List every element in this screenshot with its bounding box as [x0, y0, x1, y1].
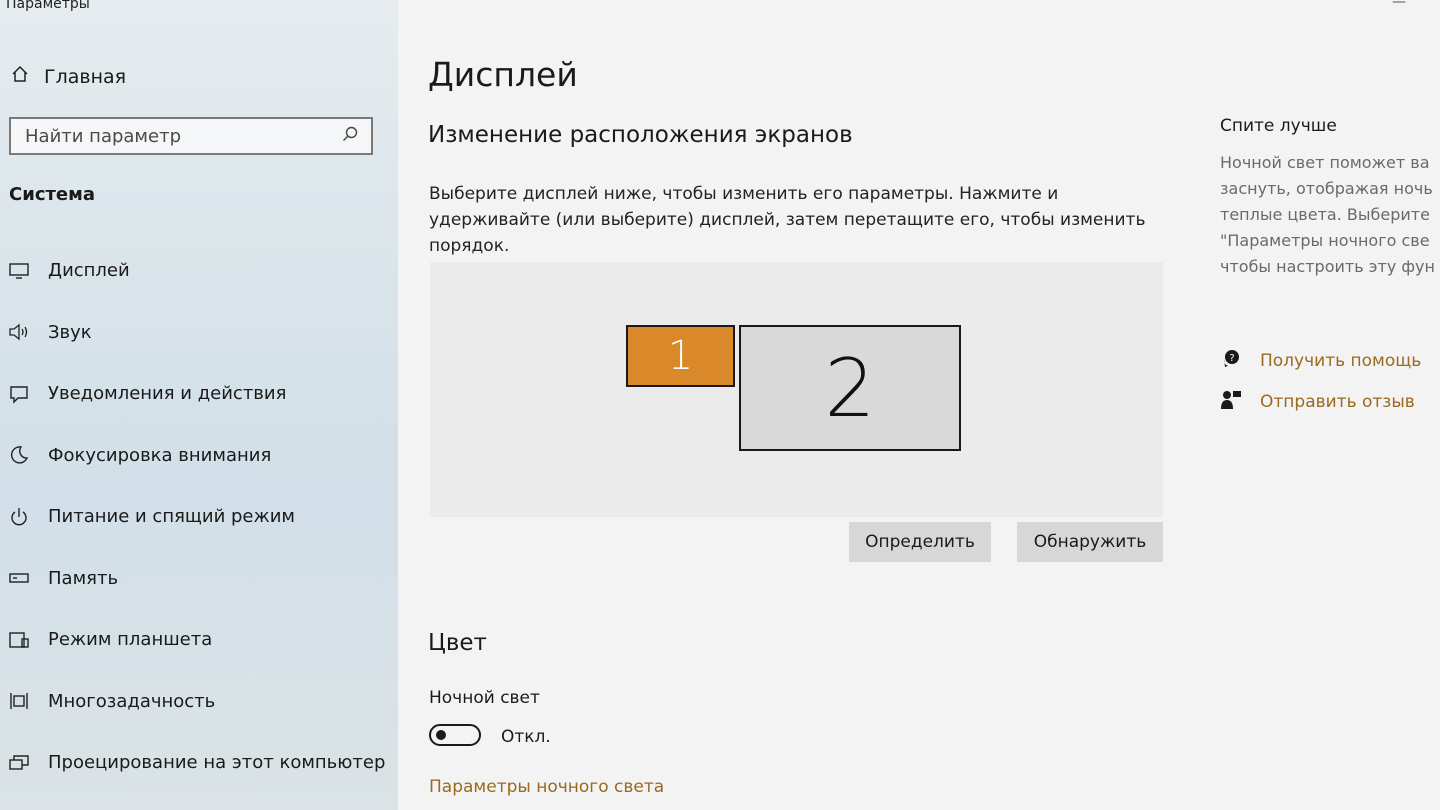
- night-light-label: Ночной свет: [429, 688, 540, 708]
- close-icon[interactable]: —: [1392, 0, 1406, 10]
- sidebar-item-label: Режим планшета: [48, 629, 213, 651]
- display-arrangement-area[interactable]: 1 2: [430, 262, 1163, 517]
- get-help-item[interactable]: ? Получить помощь: [1220, 347, 1421, 374]
- sidebar-item-power[interactable]: Питание и спящий режим: [0, 486, 398, 548]
- power-icon: [8, 506, 30, 528]
- sidebar-item-focus-assist[interactable]: Фокусировка внимания: [0, 425, 398, 487]
- home-icon: [10, 64, 30, 89]
- projection-icon: [8, 752, 30, 774]
- sidebar-item-label: Многозадачность: [48, 690, 216, 712]
- monitor-2[interactable]: 2: [739, 325, 961, 451]
- sidebar-item-label: Дисплей: [48, 260, 130, 282]
- sidebar-item-label: Память: [48, 567, 119, 589]
- monitor-1[interactable]: 1: [626, 325, 735, 387]
- storage-icon: [8, 567, 30, 589]
- sidebar-item-projection[interactable]: Проецирование на этот компьютер: [0, 732, 398, 794]
- sidebar-item-label: Звук: [48, 321, 92, 343]
- main-panel: — Дисплей Изменение расположения экранов…: [398, 0, 1440, 810]
- detect-button[interactable]: Обнаружить: [1017, 522, 1163, 562]
- send-feedback-link[interactable]: Отправить отзыв: [1260, 392, 1415, 412]
- night-light-settings-link[interactable]: Параметры ночного света: [429, 777, 664, 797]
- speaker-icon: [8, 321, 30, 343]
- sidebar-item-label: Питание и спящий режим: [48, 506, 295, 528]
- aside-line: "Параметры ночного све: [1220, 231, 1430, 250]
- sidebar-item-label: Уведомления и действия: [48, 383, 287, 405]
- aside-line: Ночной свет поможет ва: [1220, 153, 1430, 172]
- section-heading: Изменение расположения экранов: [428, 122, 853, 148]
- search-box[interactable]: [9, 117, 373, 155]
- sidebar-item-display[interactable]: Дисплей: [0, 240, 398, 302]
- sidebar-nav: Дисплей Звук Уведомления и действия Фоку…: [0, 240, 398, 794]
- monitor-number: 1: [667, 333, 694, 379]
- search-input[interactable]: [25, 125, 325, 147]
- tablet-icon: [8, 629, 30, 651]
- sidebar: Параметры Главная Система Дисплей Звук: [0, 0, 398, 810]
- aside-title: Спите лучше: [1220, 116, 1337, 136]
- home-nav-item[interactable]: Главная: [10, 64, 126, 89]
- multitasking-icon: [8, 690, 30, 712]
- description-text: Выберите дисплей ниже, чтобы изменить ег…: [429, 184, 1146, 256]
- aside-description: Ночной свет поможет ва заснуть, отобража…: [1220, 150, 1440, 280]
- color-heading: Цвет: [428, 630, 487, 656]
- aside-line: заснуть, отображая ночь: [1220, 179, 1433, 198]
- home-label: Главная: [44, 65, 127, 88]
- section-title: Система: [9, 184, 95, 205]
- night-light-state: Откл.: [501, 727, 551, 747]
- moon-icon: [8, 444, 30, 466]
- sidebar-item-label: Проецирование на этот компьютер: [48, 752, 386, 774]
- aside-line: теплые цвета. Выберите: [1220, 205, 1430, 224]
- window-title: Параметры: [6, 0, 90, 12]
- toggle-knob: [436, 730, 446, 740]
- search-icon[interactable]: [341, 125, 359, 147]
- sidebar-item-multitasking[interactable]: Многозадачность: [0, 671, 398, 733]
- identify-button[interactable]: Определить: [849, 522, 991, 562]
- monitor-icon: [8, 260, 30, 282]
- sidebar-item-label: Фокусировка внимания: [48, 444, 272, 466]
- notification-icon: [8, 383, 30, 405]
- sidebar-item-sound[interactable]: Звук: [0, 302, 398, 364]
- sidebar-item-notifications[interactable]: Уведомления и действия: [0, 363, 398, 425]
- send-feedback-item[interactable]: Отправить отзыв: [1220, 388, 1415, 415]
- get-help-link[interactable]: Получить помощь: [1260, 351, 1421, 371]
- page-title: Дисплей: [428, 55, 578, 94]
- sidebar-item-storage[interactable]: Память: [0, 548, 398, 610]
- svg-text:?: ?: [1229, 353, 1234, 364]
- aside-line: чтобы настроить эту фун: [1220, 257, 1435, 276]
- feedback-icon: [1220, 388, 1242, 415]
- help-icon: ?: [1220, 347, 1242, 374]
- night-light-toggle[interactable]: [429, 724, 481, 746]
- sidebar-item-tablet-mode[interactable]: Режим планшета: [0, 609, 398, 671]
- monitor-number: 2: [824, 341, 876, 435]
